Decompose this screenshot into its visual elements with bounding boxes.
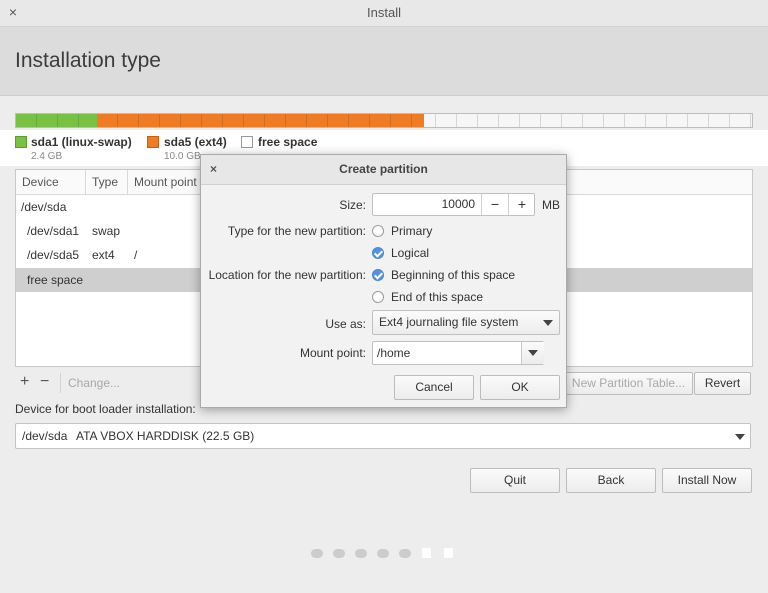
chevron-down-icon xyxy=(543,320,553,326)
use-as-select[interactable]: Ext4 journaling file system xyxy=(372,310,560,335)
size-label: Size: xyxy=(339,198,366,212)
remove-partition-button[interactable]: − xyxy=(40,373,49,391)
window-title: Install xyxy=(367,5,401,20)
change-partition-button[interactable]: Change... xyxy=(60,373,127,393)
free-space-color-swatch xyxy=(241,136,253,148)
step-indicator xyxy=(355,549,367,558)
size-decrement-button[interactable]: − xyxy=(481,194,508,215)
add-partition-button[interactable]: + xyxy=(20,373,29,391)
page-title: Installation type xyxy=(15,49,161,72)
cancel-button[interactable]: Cancel xyxy=(394,375,474,400)
legend-size-sda5: 10.0 GB xyxy=(164,151,201,162)
radio-end[interactable] xyxy=(372,291,384,303)
step-indicator-current xyxy=(422,548,431,558)
bootloader-label: Device for boot loader installation: xyxy=(15,402,196,416)
radio-logical-label[interactable]: Logical xyxy=(391,246,429,260)
radio-end-label[interactable]: End of this space xyxy=(391,290,483,304)
partition-segment-sda1 xyxy=(16,114,97,127)
quit-button[interactable]: Quit xyxy=(470,468,560,493)
swap-color-swatch xyxy=(15,136,27,148)
use-as-label: Use as: xyxy=(325,317,366,331)
row-mount: / xyxy=(134,248,138,262)
legend-name-sda1: sda1 (linux-swap) xyxy=(31,135,132,149)
bootloader-device-select[interactable]: /dev/sda ATA VBOX HARDDISK (22.5 GB) xyxy=(15,423,751,449)
chevron-down-icon xyxy=(735,434,745,440)
row-device: /dev/sda5 xyxy=(27,248,80,262)
mount-point-label: Mount point: xyxy=(299,346,366,360)
column-device[interactable]: Device xyxy=(16,170,86,194)
radio-beginning-label[interactable]: Beginning of this space xyxy=(391,268,515,282)
row-type: swap xyxy=(92,224,121,238)
ext4-color-swatch xyxy=(147,136,159,148)
step-indicator xyxy=(444,548,453,558)
new-partition-table-button[interactable]: New Partition Table... xyxy=(564,372,693,395)
radio-beginning[interactable] xyxy=(372,269,384,281)
partition-bar xyxy=(15,113,753,128)
dialog-title: Create partition xyxy=(339,162,428,176)
window-titlebar: Install × xyxy=(0,0,768,27)
size-input[interactable]: 10000 xyxy=(377,194,475,215)
partition-location-label: Location for the new partition: xyxy=(208,268,366,282)
size-spinbox: 10000 − + xyxy=(372,193,535,216)
size-unit: MB xyxy=(542,198,560,212)
dialog-close-icon[interactable]: × xyxy=(210,162,217,176)
column-type[interactable]: Type xyxy=(86,170,128,194)
mount-point-combo[interactable]: /home xyxy=(372,341,544,365)
radio-primary[interactable] xyxy=(372,225,384,237)
revert-button[interactable]: Revert xyxy=(694,372,751,395)
partition-segment-sda5 xyxy=(97,114,424,127)
use-as-value: Ext4 journaling file system xyxy=(379,315,519,329)
size-increment-button[interactable]: + xyxy=(508,194,535,215)
legend-size-sda1: 2.4 GB xyxy=(31,151,63,162)
legend-name-sda5: sda5 (ext4) xyxy=(164,135,227,149)
mount-point-dropdown-button[interactable] xyxy=(521,342,544,364)
install-now-button[interactable]: Install Now xyxy=(662,468,752,493)
row-type: ext4 xyxy=(92,248,115,262)
step-indicator xyxy=(399,549,411,558)
row-device: /dev/sda1 xyxy=(27,224,80,238)
ok-button[interactable]: OK xyxy=(480,375,560,400)
back-button[interactable]: Back xyxy=(566,468,656,493)
row-device: /dev/sda xyxy=(21,200,67,214)
step-indicator xyxy=(377,549,389,558)
row-device: free space xyxy=(27,273,84,287)
radio-primary-label[interactable]: Primary xyxy=(391,224,432,238)
create-partition-dialog: Create partition × Size: 10000 − + MB Ty… xyxy=(200,154,567,408)
legend-name-free: free space xyxy=(258,135,318,149)
close-icon[interactable]: × xyxy=(6,4,20,20)
bootloader-device-description: ATA VBOX HARDDISK (22.5 GB) xyxy=(76,429,255,443)
mount-point-input[interactable]: /home xyxy=(377,342,410,364)
page-header: Installation type xyxy=(0,27,768,96)
step-indicator xyxy=(311,549,323,558)
step-indicator xyxy=(333,549,345,558)
radio-logical[interactable] xyxy=(372,247,384,259)
chevron-down-icon xyxy=(528,350,538,356)
partition-type-label: Type for the new partition: xyxy=(227,224,366,238)
bootloader-device: /dev/sda xyxy=(22,429,68,443)
dialog-titlebar: Create partition × xyxy=(201,155,566,185)
